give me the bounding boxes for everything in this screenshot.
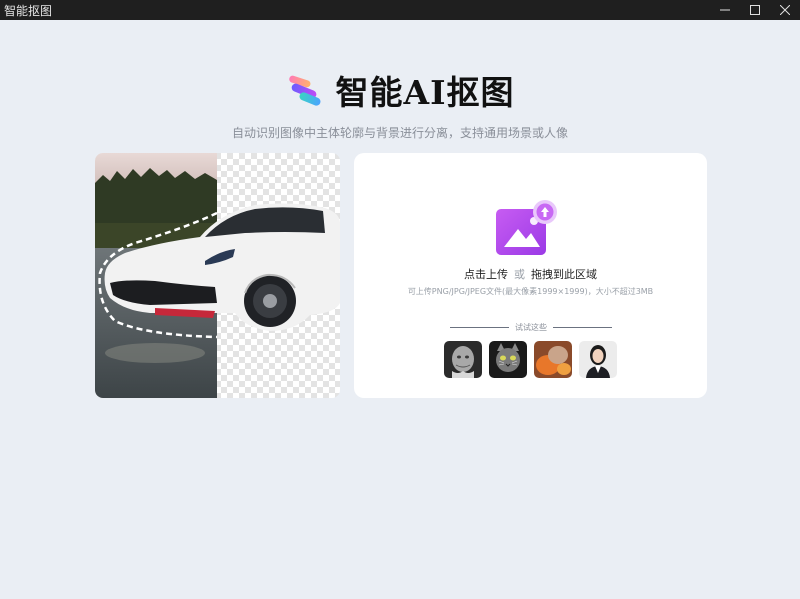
upload-card[interactable]: 点击上传或拖拽到此区域 可上传PNG/JPG/JPEG文件(最大像素1999×1… [354,153,707,398]
sample-business-woman[interactable] [579,341,617,378]
divider-line [553,326,612,328]
click-upload-link[interactable]: 点击上传 [464,268,508,281]
close-button[interactable] [770,0,800,20]
upload-image-icon[interactable] [494,199,560,259]
app-subtitle: 自动识别图像中主体轮廓与背景进行分离，支持通用场景或人像 [231,126,568,140]
maximize-button[interactable] [740,0,770,20]
elderly-portrait-thumbnail [444,341,482,378]
divider-line [450,326,509,328]
close-icon [780,5,790,15]
window-controls [710,0,800,20]
window-titlebar: 智能抠图 [0,0,800,20]
car-cutout-demo-image [95,153,340,398]
upload-hint: 可上传PNG/JPG/JPEG文件(最大像素1999×1999)，大小不超过3M… [407,287,654,296]
business-woman-thumbnail [579,341,617,378]
sample-images [444,341,617,378]
maximize-icon [750,5,760,15]
sample-elderly-portrait[interactable] [444,341,482,378]
try-these-label: 试试这些 [515,322,547,332]
cat-thumbnail [489,341,527,378]
app-title: 智能AI抠图 [335,73,515,112]
upload-instruction: 点击上传或拖拽到此区域 [354,266,707,282]
orange-object-thumbnail [534,341,572,378]
minimize-button[interactable] [710,0,740,20]
app-header: 智能AI抠图 [0,66,800,114]
minimize-icon [720,9,730,11]
drag-upload-label: 拖拽到此区域 [531,268,597,281]
sample-orange-object[interactable] [534,341,572,378]
window-title: 智能抠图 [4,3,53,18]
demo-illustration [95,153,340,398]
app-logo-icon [289,75,321,106]
or-label: 或 [514,268,525,281]
try-these-divider: 试试这些 [450,321,612,333]
sample-cat[interactable] [489,341,527,378]
